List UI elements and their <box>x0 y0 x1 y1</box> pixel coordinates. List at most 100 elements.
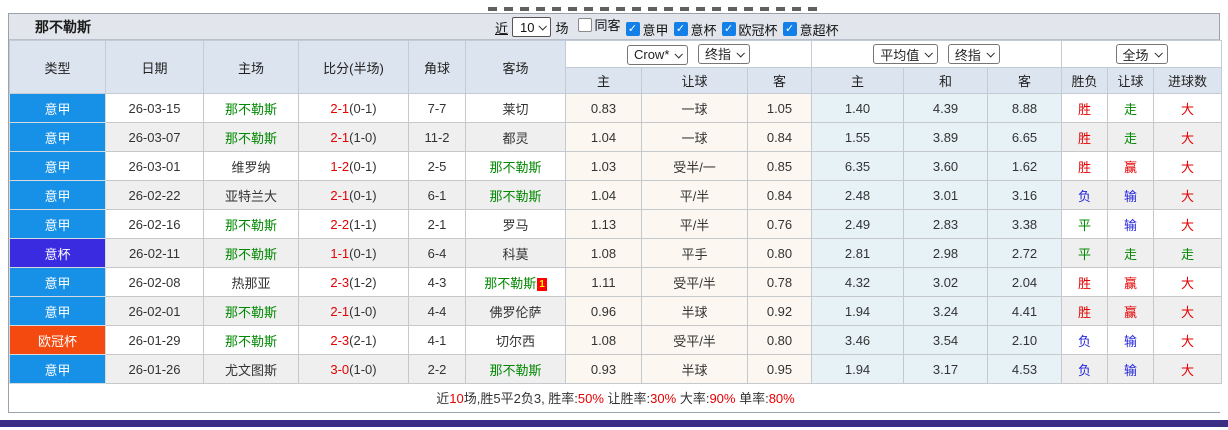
avg-time-select[interactable]: 终指 <box>947 44 1000 64</box>
recent-count-select[interactable]: 10 <box>512 17 552 37</box>
subcol-avg-home: 主 <box>811 67 905 94</box>
half-score: (1-0) <box>349 303 377 319</box>
match-score: 2-3(2-1) <box>298 325 409 355</box>
summary-stat-label: 单率: <box>735 391 769 407</box>
league-badge: 意甲 <box>9 122 106 152</box>
match-score: 2-1(0-1) <box>298 93 409 123</box>
full-score: 2-1 <box>330 129 350 145</box>
avg-away-odds: 3.38 <box>987 209 1063 239</box>
full-score: 1-2 <box>330 158 350 174</box>
avg-away-odds: 2.10 <box>987 325 1063 355</box>
scope-select-value: 全场 <box>1122 47 1149 63</box>
result-goals: 大 <box>1153 122 1223 152</box>
league-filter[interactable]: ✓ 意杯 <box>673 20 717 39</box>
corner-score: 2-5 <box>408 151 466 181</box>
chevron-down-icon <box>674 49 684 59</box>
table-row: 意甲 26-03-01 维罗纳 1-2(0-1) 2-5 那不勒斯 1.03 受半/一 0.85… <box>9 151 1223 181</box>
corner-score: 2-2 <box>408 354 466 384</box>
summary-stat-label: 场,胜5平2负3, 胜率: <box>463 391 578 407</box>
avg-home-odds: 2.81 <box>811 238 905 268</box>
table-row: 意甲 26-02-08 热那亚 2-3(1-2) 4-3 那不勒斯 1 1.11 受平/半 0.7… <box>9 267 1223 297</box>
result-handicap: 赢 <box>1107 151 1155 181</box>
match-date: 26-02-01 <box>105 296 204 326</box>
match-score: 1-1(0-1) <box>298 238 409 268</box>
col-header-date: 日期 <box>105 40 204 94</box>
odds-handicap: 平/半 <box>641 180 748 210</box>
home-team: 亚特兰大 <box>203 180 299 210</box>
result-handicap: 输 <box>1107 354 1155 384</box>
avg-away-odds: 4.53 <box>987 354 1063 384</box>
corner-score: 11-2 <box>408 122 466 152</box>
match-date: 26-01-26 <box>105 354 204 384</box>
filter-label: 欧冠杯 <box>738 22 778 38</box>
odds-handicap: 一球 <box>641 93 748 123</box>
full-score: 2-1 <box>330 100 350 116</box>
summary-stat-value: 80% <box>768 391 795 407</box>
match-date: 26-02-08 <box>105 267 204 297</box>
result-goals: 大 <box>1153 151 1223 181</box>
bookmaker-select[interactable]: Crow* <box>626 44 689 65</box>
avg-home-odds: 2.49 <box>811 209 905 239</box>
clipped-top-row <box>0 0 1228 13</box>
away-team: 那不勒斯 1 <box>465 267 566 297</box>
checked-checkbox-icon[interactable]: ✓ <box>673 22 688 37</box>
avg-draw-odds: 2.98 <box>903 238 989 268</box>
filter-label: 同客 <box>594 18 621 34</box>
league-filter[interactable]: ✓ 意甲 <box>625 20 669 39</box>
match-score: 2-3(1-2) <box>298 267 409 297</box>
match-score: 2-1(0-1) <box>298 180 409 210</box>
result-handicap: 赢 <box>1107 267 1155 297</box>
odds-home: 1.13 <box>565 209 642 239</box>
result-goals: 大 <box>1153 209 1223 239</box>
avg-select[interactable]: 平均值 <box>873 44 939 64</box>
avg-draw-odds: 3.60 <box>903 151 989 181</box>
result-handicap: 输 <box>1107 209 1155 239</box>
match-date: 26-01-29 <box>105 325 204 355</box>
filter-label: 意甲 <box>642 22 669 38</box>
result-scope-header: 全场 <box>1061 40 1223 68</box>
avg-draw-odds: 3.89 <box>903 122 989 152</box>
checked-checkbox-icon[interactable]: ✓ <box>625 22 640 37</box>
corner-score: 4-1 <box>408 325 466 355</box>
scope-select[interactable]: 全场 <box>1115 44 1168 64</box>
result-outcome: 胜 <box>1061 267 1109 297</box>
match-date: 26-02-11 <box>105 238 204 268</box>
avg-away-odds: 6.65 <box>987 122 1063 152</box>
checked-checkbox-icon[interactable]: ✓ <box>782 22 797 37</box>
avg-home-odds: 6.35 <box>811 151 905 181</box>
odds-home: 1.08 <box>565 325 642 355</box>
corner-score: 7-7 <box>408 93 466 123</box>
bottom-divider-bar <box>0 419 1228 427</box>
odds-away: 0.84 <box>746 122 813 152</box>
summary-row: 近10场,胜5平2负3, 胜率:50% 让胜率:30% 大率:90% 单率:80… <box>9 383 1222 412</box>
subcol-avg-away: 客 <box>987 67 1063 94</box>
match-date: 26-02-22 <box>105 180 204 210</box>
odds-handicap: 一球 <box>641 122 748 152</box>
odds-source-header: Crow* 终指 <box>564 40 813 68</box>
recent-link[interactable]: 近 <box>495 18 508 37</box>
odds-time-select[interactable]: 终指 <box>698 43 751 64</box>
avg-time-select-value: 终指 <box>954 47 981 63</box>
home-team: 那不勒斯 <box>203 296 299 326</box>
half-score: (2-1) <box>349 332 377 348</box>
result-outcome: 负 <box>1061 325 1109 355</box>
col-header-away: 客场 <box>465 40 566 94</box>
away-team: 那不勒斯 <box>465 151 566 181</box>
league-filter[interactable]: 同客 <box>577 15 621 34</box>
checked-checkbox-icon[interactable]: ✓ <box>721 22 736 37</box>
table-row: 意甲 26-02-22 亚特兰大 2-1(0-1) 6-1 那不勒斯 1.04 平/半 0.84… <box>9 180 1223 210</box>
corner-score: 2-1 <box>408 209 466 239</box>
match-date: 26-02-16 <box>105 209 204 239</box>
result-outcome: 胜 <box>1061 122 1109 152</box>
chevron-down-icon <box>1153 49 1163 58</box>
odds-away: 0.84 <box>746 180 813 210</box>
odds-away: 0.85 <box>746 151 813 181</box>
odds-home: 1.08 <box>565 238 642 268</box>
league-filter[interactable]: ✓ 欧冠杯 <box>721 20 778 39</box>
summary-stat-value: 10 <box>449 391 464 407</box>
league-filter[interactable]: ✓ 意超杯 <box>782 20 839 39</box>
match-date: 26-03-07 <box>105 122 204 152</box>
result-goals: 大 <box>1153 354 1223 384</box>
league-badge: 意甲 <box>9 151 106 181</box>
unchecked-checkbox-icon[interactable] <box>577 17 592 32</box>
